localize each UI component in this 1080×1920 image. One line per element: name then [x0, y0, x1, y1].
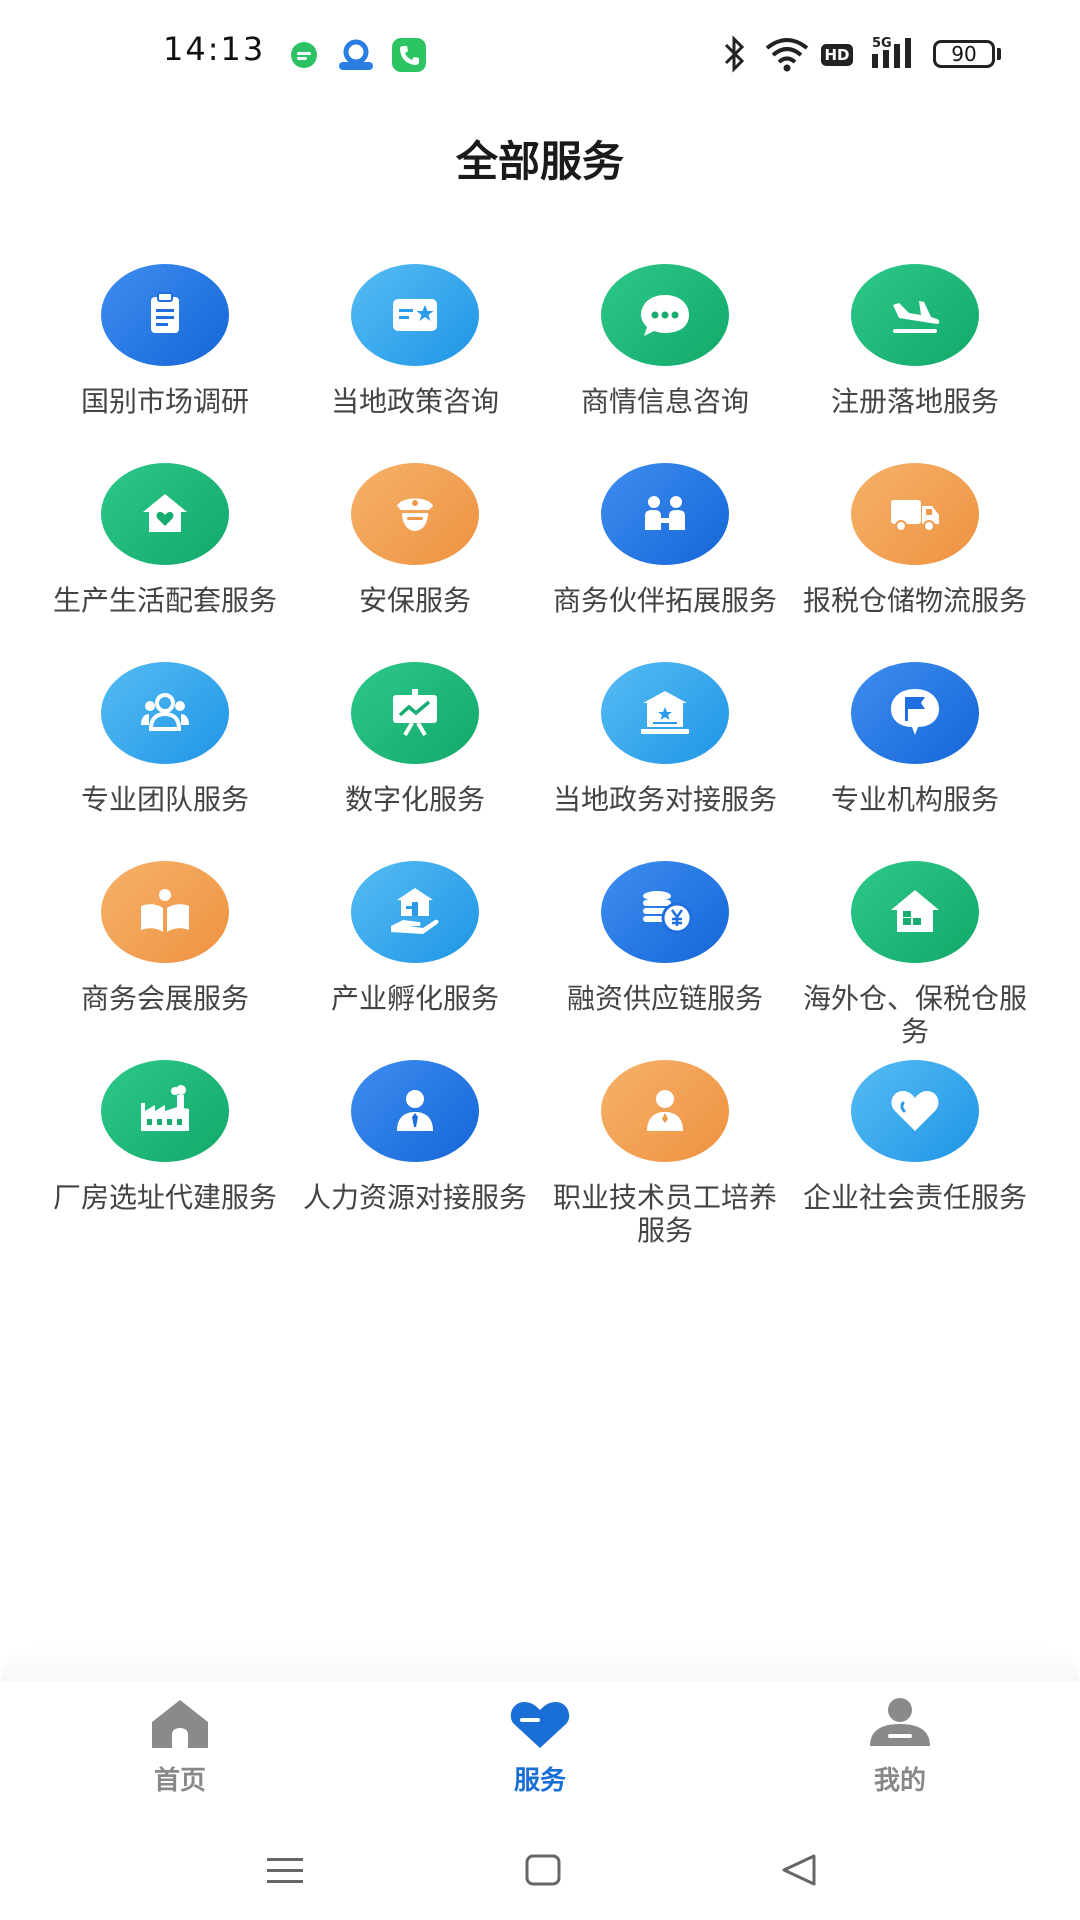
government-building-icon — [601, 662, 729, 764]
presentation-chart-icon — [351, 662, 479, 764]
service-hr[interactable]: 人力资源对接服务 — [290, 1060, 540, 1250]
partners-icon — [601, 463, 729, 565]
service-label: 安保服务 — [358, 584, 471, 617]
airplane-landing-icon — [851, 264, 979, 366]
network-type: 5G — [872, 36, 892, 51]
tab-service-label: 服务 — [513, 1766, 566, 1796]
guard-icon — [351, 463, 479, 565]
service-label: 产业孵化服务 — [330, 982, 499, 1015]
service-label: 海外仓、保税仓服务 — [802, 982, 1027, 1048]
service-partners[interactable]: 商务伙伴拓展服务 — [540, 463, 790, 653]
tab-profile-label: 我的 — [873, 1766, 926, 1796]
page-title: 全部服务 — [455, 137, 624, 186]
service-factory-site[interactable]: 厂房选址代建服务 — [40, 1060, 290, 1250]
service-security[interactable]: 安保服务 — [290, 463, 540, 653]
service-label: 职业技术员工培养服务 — [552, 1181, 777, 1247]
bluetooth-icon — [722, 34, 746, 74]
menu-icon[interactable] — [265, 1852, 305, 1892]
system-nav-bar — [0, 1830, 1080, 1920]
service-label: 专业机构服务 — [830, 783, 999, 816]
service-heart-icon — [510, 1702, 570, 1748]
factory-icon — [101, 1060, 229, 1162]
service-label: 生产生活配套服务 — [52, 584, 277, 617]
signal-icon: 5G — [870, 34, 918, 74]
service-label: 注册落地服务 — [830, 385, 999, 418]
service-label: 商务会展服务 — [80, 982, 249, 1015]
service-label: 商情信息咨询 — [580, 385, 749, 418]
service-label: 厂房选址代建服务 — [52, 1181, 277, 1214]
team-icon — [101, 662, 229, 764]
back-triangle-icon[interactable] — [780, 1852, 820, 1892]
service-financing[interactable]: 融资供应链服务 — [540, 861, 790, 1051]
status-time: 14:13 — [163, 30, 266, 68]
service-label: 当地政务对接服务 — [552, 783, 777, 816]
service-market-research[interactable]: 国别市场调研 — [40, 264, 290, 454]
service-label: 数字化服务 — [344, 783, 485, 816]
service-csr[interactable]: 企业社会责任服务 — [790, 1060, 1040, 1250]
tab-service[interactable]: 服务 — [440, 1696, 640, 1806]
service-overseas-warehouse[interactable]: 海外仓、保税仓服务 — [790, 861, 1040, 1051]
worker-icon — [601, 1060, 729, 1162]
home-heart-icon — [101, 463, 229, 565]
bottom-nav-shadow — [0, 1645, 1080, 1685]
service-label: 当地政策咨询 — [330, 385, 499, 418]
service-incubation[interactable]: 产业孵化服务 — [290, 861, 540, 1051]
heart-icon — [851, 1060, 979, 1162]
hand-building-icon — [351, 861, 479, 963]
service-vocational-training[interactable]: 职业技术员工培养服务 — [540, 1060, 790, 1250]
service-label: 融资供应链服务 — [566, 982, 763, 1015]
service-institutions[interactable]: 专业机构服务 — [790, 662, 1040, 852]
service-exhibition[interactable]: 商务会展服务 — [40, 861, 290, 1051]
service-policy-consult[interactable]: 当地政策咨询 — [290, 264, 540, 454]
tab-home-label: 首页 — [153, 1766, 206, 1796]
open-book-icon — [101, 861, 229, 963]
chat-bubble-icon — [601, 264, 729, 366]
hd-icon: HD — [821, 44, 853, 66]
truck-icon — [851, 463, 979, 565]
service-logistics[interactable]: 报税仓储物流服务 — [790, 463, 1040, 653]
clipboard-icon — [101, 264, 229, 366]
service-government[interactable]: 当地政务对接服务 — [540, 662, 790, 852]
message-icon — [287, 38, 321, 72]
battery-icon: 90 — [933, 40, 995, 68]
service-registration[interactable]: 注册落地服务 — [790, 264, 1040, 454]
service-label: 企业社会责任服务 — [802, 1181, 1027, 1214]
home-icon — [152, 1700, 208, 1748]
home-square-icon[interactable] — [523, 1852, 563, 1892]
service-label: 人力资源对接服务 — [302, 1181, 527, 1214]
service-living-support[interactable]: 生产生活配套服务 — [40, 463, 290, 653]
status-bar: 14:13 HD 5G 90 — [0, 0, 1080, 110]
ai-app-icon — [337, 38, 373, 72]
service-label: 国别市场调研 — [80, 385, 249, 418]
tab-home[interactable]: 首页 — [80, 1696, 280, 1806]
service-label: 商务伙伴拓展服务 — [552, 584, 777, 617]
profile-icon — [870, 1698, 930, 1746]
phone-icon — [392, 38, 426, 72]
businessman-icon — [351, 1060, 479, 1162]
tab-profile[interactable]: 我的 — [800, 1696, 1000, 1806]
id-card-star-icon — [351, 264, 479, 366]
service-label: 报税仓储物流服务 — [802, 584, 1027, 617]
service-business-info[interactable]: 商情信息咨询 — [540, 264, 790, 454]
service-label: 专业团队服务 — [80, 783, 249, 816]
warehouse-icon — [851, 861, 979, 963]
service-team[interactable]: 专业团队服务 — [40, 662, 290, 852]
coins-yen-icon — [601, 861, 729, 963]
wifi-icon — [764, 34, 810, 74]
flag-bubble-icon — [851, 662, 979, 764]
bottom-nav: 首页 服务 我的 — [0, 1682, 1080, 1822]
service-digital[interactable]: 数字化服务 — [290, 662, 540, 852]
battery-tip — [997, 48, 1001, 60]
